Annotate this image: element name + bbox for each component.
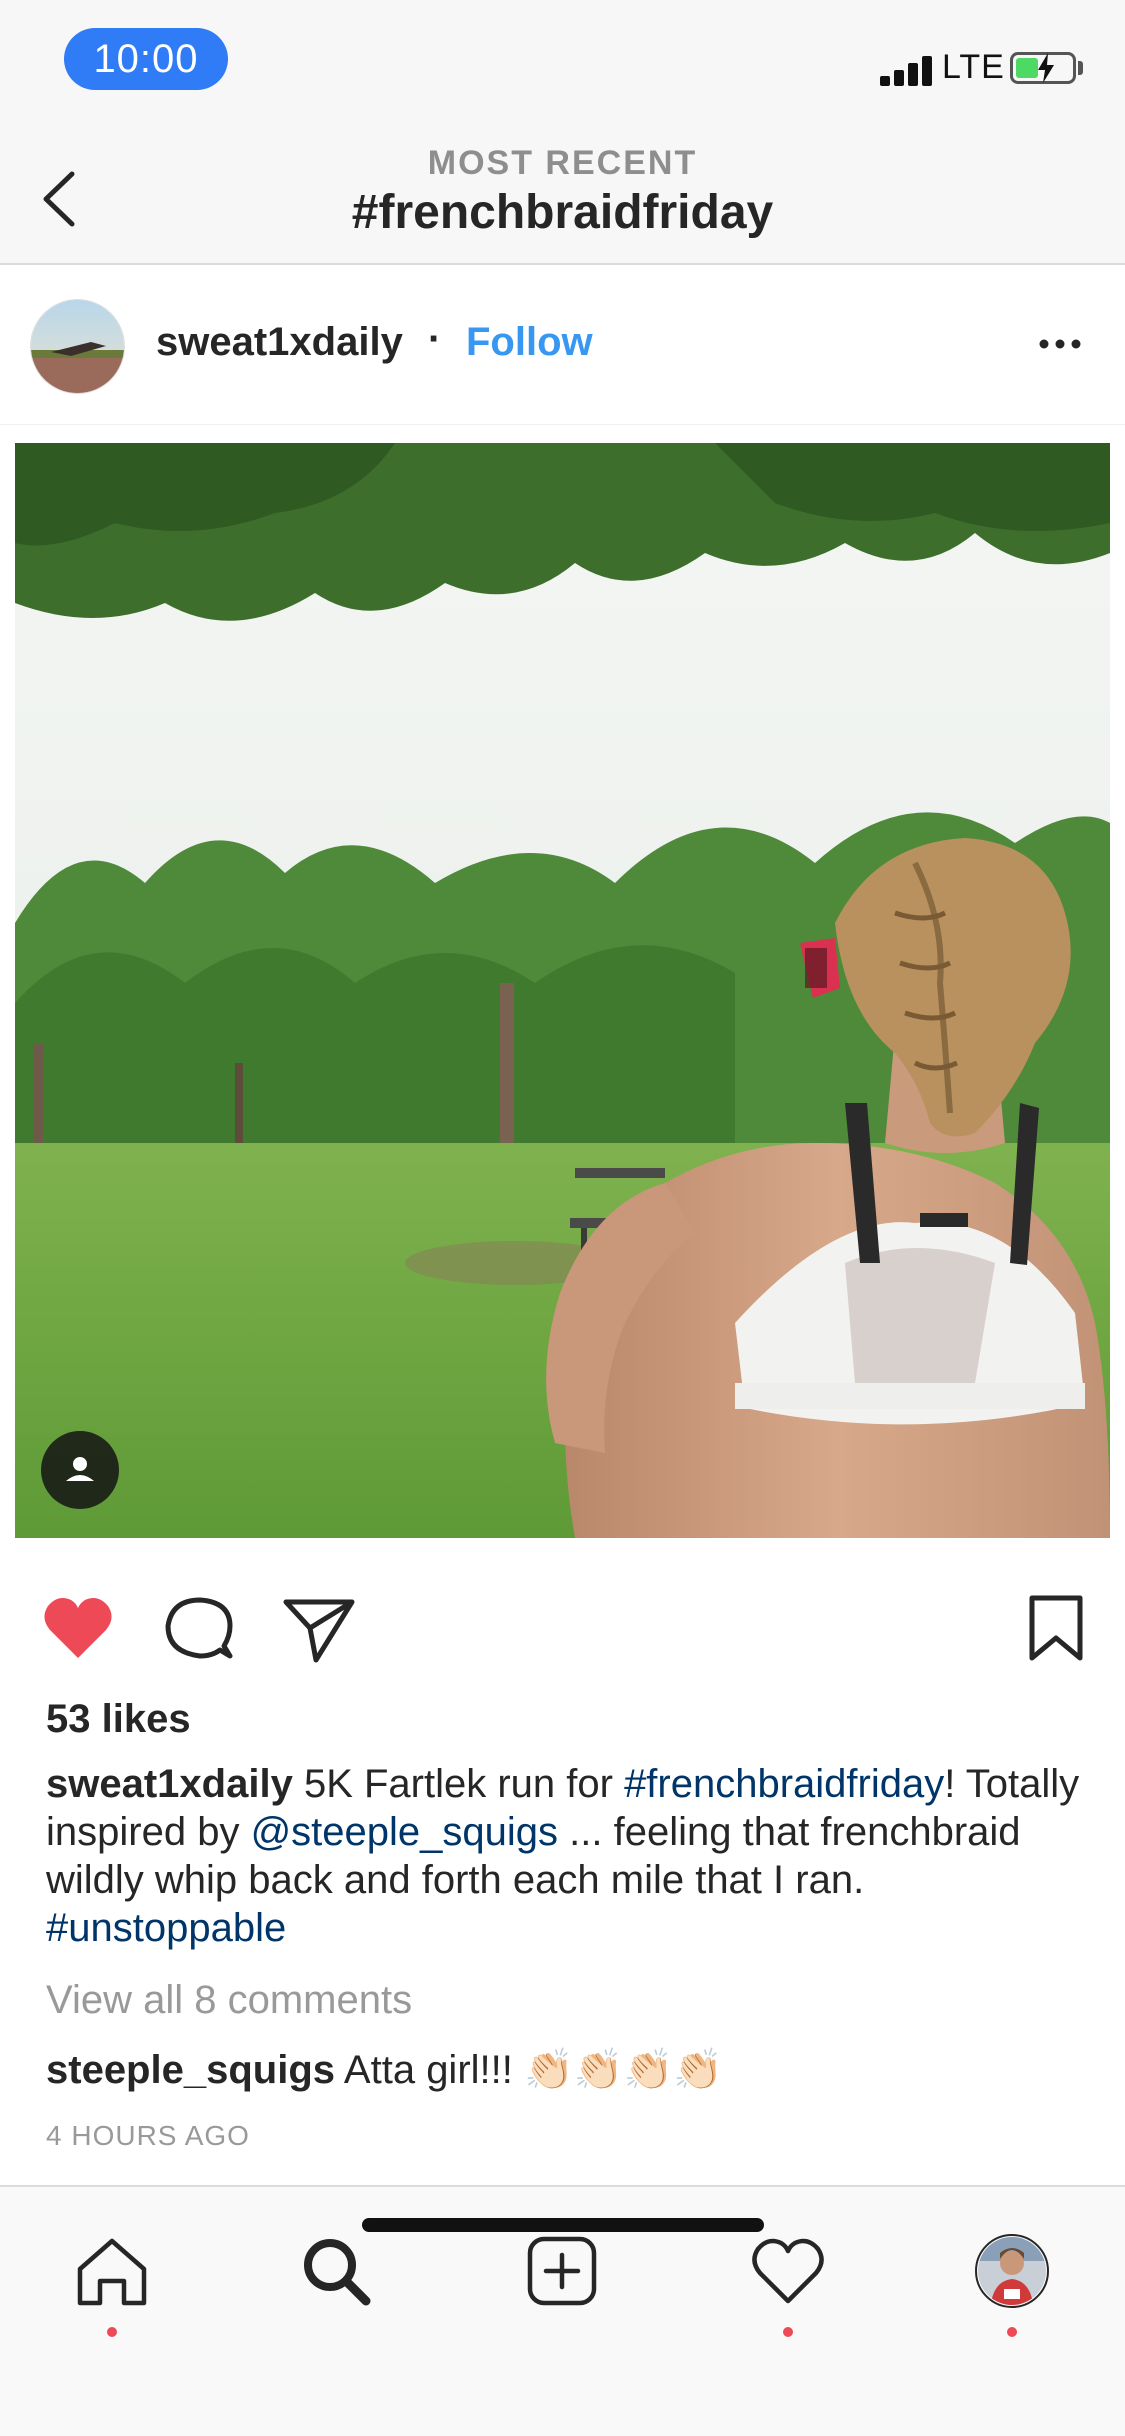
tab-home[interactable]: [72, 2231, 152, 2311]
save-button[interactable]: [1016, 1588, 1096, 1668]
like-button[interactable]: [38, 1588, 118, 1668]
status-time[interactable]: 10:00: [64, 28, 228, 90]
tab-home-badge: [107, 2327, 117, 2337]
post-caption: sweat1xdaily 5K Fartlek run for #frenchb…: [46, 1760, 1086, 1952]
comment-preview: steeple_squigs Atta girl!!! 👏🏻👏🏻👏🏻👏🏻: [46, 2046, 723, 2093]
signal-icon: [880, 52, 936, 86]
comment-text: Atta girl!!! 👏🏻👏🏻👏🏻👏🏻: [335, 2048, 724, 2092]
header-subtitle: MOST RECENT: [427, 144, 698, 182]
more-options-button[interactable]: [1036, 329, 1084, 359]
caption-username[interactable]: sweat1xdaily: [46, 1762, 293, 1806]
tab-activity-badge: [783, 2327, 793, 2337]
send-icon: [283, 1599, 355, 1663]
hashtag-link[interactable]: #unstoppable: [46, 1906, 286, 1950]
caption-text: 5K Fartlek run for: [292, 1762, 625, 1806]
more-horizontal-icon: [1039, 339, 1081, 349]
status-bar: 10:00 LTE: [0, 0, 1125, 130]
share-button[interactable]: [278, 1588, 358, 1668]
page-title: #frenchbraidfriday: [351, 186, 774, 239]
home-indicator: [362, 2218, 764, 2232]
post-username[interactable]: sweat1xdaily: [156, 320, 403, 365]
profile-avatar-icon: [975, 2234, 1049, 2308]
post-image[interactable]: [15, 443, 1110, 1538]
comment-icon: [165, 1597, 233, 1659]
user-tag-icon: [66, 1457, 94, 1481]
photo-illustration: [15, 443, 1110, 1538]
nav-header: MOST RECENT #frenchbraidfriday: [0, 130, 1125, 265]
battery-icon: [1010, 52, 1076, 84]
tab-activity[interactable]: [748, 2231, 828, 2311]
add-post-icon: [527, 2236, 597, 2306]
post-timestamp: 4 HOURS AGO: [46, 2120, 250, 2151]
tab-profile[interactable]: [972, 2231, 1052, 2311]
network-label: LTE: [942, 48, 1005, 86]
comment-username[interactable]: steeple_squigs: [46, 2048, 335, 2092]
post-header: sweat1xdaily · Follow: [0, 267, 1125, 425]
tab-profile-badge: [1007, 2327, 1017, 2337]
tab-add[interactable]: [522, 2231, 602, 2311]
tab-search[interactable]: [296, 2231, 376, 2311]
search-icon: [304, 2239, 371, 2306]
mention-link[interactable]: @steeple_squigs: [251, 1810, 558, 1854]
view-all-comments-link[interactable]: View all 8 comments: [46, 1978, 412, 2023]
bookmark-icon: [1029, 1595, 1083, 1661]
follow-button[interactable]: Follow: [466, 320, 593, 365]
home-icon: [77, 2238, 147, 2306]
hashtag-link[interactable]: #frenchbraidfriday: [624, 1762, 944, 1806]
avatar[interactable]: [30, 299, 125, 394]
likes-count[interactable]: 53 likes: [46, 1697, 191, 1742]
heart-outline-icon: [752, 2238, 824, 2304]
separator-dot: ·: [428, 317, 442, 361]
battery-nub: [1078, 61, 1083, 75]
heart-filled-icon: [44, 1598, 112, 1658]
comment-button[interactable]: [158, 1588, 238, 1668]
tagged-users-button[interactable]: [41, 1431, 119, 1509]
post-actions: [0, 1570, 1125, 1680]
